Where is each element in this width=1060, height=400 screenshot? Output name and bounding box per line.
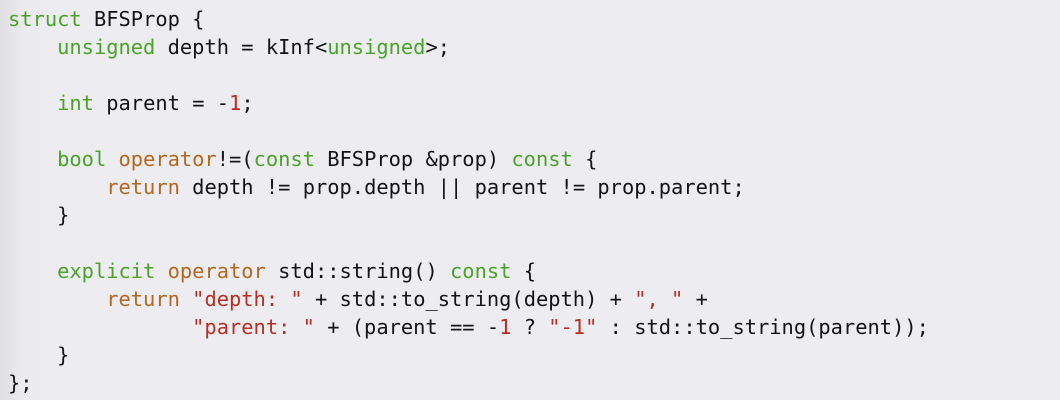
code-line: } [57, 203, 70, 227]
code-token: prop [437, 147, 487, 171]
code-token: unsigned [327, 35, 426, 59]
code-token: to_string [400, 287, 512, 311]
code-token: parent [474, 175, 549, 199]
code-token: std [278, 259, 315, 283]
code-line: return "depth: " + std::to_string(depth)… [106, 287, 708, 311]
code-token: prop [302, 175, 352, 199]
code-line: int parent = -1; [57, 91, 254, 115]
code-token: const [253, 147, 315, 171]
code-token: const [450, 259, 512, 283]
code-token: "depth: " [192, 287, 303, 311]
code-token: BFSProp [327, 147, 414, 171]
code-line: explicit operator std::string() const { [57, 259, 536, 283]
code-token: "parent: " [192, 315, 315, 339]
code-line: struct BFSProp { [8, 7, 205, 31]
code-view: struct BFSProp { unsigned depth = kInf<u… [0, 0, 1060, 400]
code-token: BFSProp [93, 7, 180, 31]
code-token: ", " [634, 287, 684, 311]
code-token: const [511, 147, 573, 171]
code-line: "parent: " + (parent == -1 ? "-1" : std:… [192, 315, 929, 339]
code-token: parent [658, 175, 733, 199]
code-token: unsigned [57, 35, 156, 59]
code-token: prop [597, 175, 647, 199]
code-token: explicit [57, 259, 156, 283]
code-token: depth [192, 175, 254, 199]
code-line: }; [8, 371, 33, 395]
code-token: struct [8, 7, 82, 31]
code-line: unsigned depth = kInf<unsigned>; [57, 35, 451, 59]
code-line: bool operator!=(const BFSProp &prop) con… [57, 147, 598, 171]
code-token: "-1" [548, 315, 598, 339]
code-token: bool [57, 147, 107, 171]
code-token: string [339, 259, 414, 283]
code-token: depth [364, 175, 426, 199]
code-token: 1 [499, 315, 512, 339]
code-token: parent [364, 315, 438, 339]
code-token: operator [118, 147, 217, 171]
code-token: parent [818, 315, 893, 339]
code-token: to_string [695, 315, 807, 339]
code-line: return depth != prop.depth || parent != … [106, 175, 745, 199]
code-token: operator [167, 259, 266, 283]
code-token: kInf [265, 35, 315, 59]
code-token: int [57, 91, 94, 115]
code-token: 1 [229, 91, 242, 115]
code-token: return [106, 175, 180, 199]
code-token: depth [523, 287, 586, 311]
code-token: return [106, 287, 180, 311]
code-line: } [57, 343, 70, 367]
code-token: parent [106, 91, 180, 115]
code-token: std [339, 287, 377, 311]
code-token: depth [167, 35, 229, 59]
code-token: std [634, 315, 672, 339]
